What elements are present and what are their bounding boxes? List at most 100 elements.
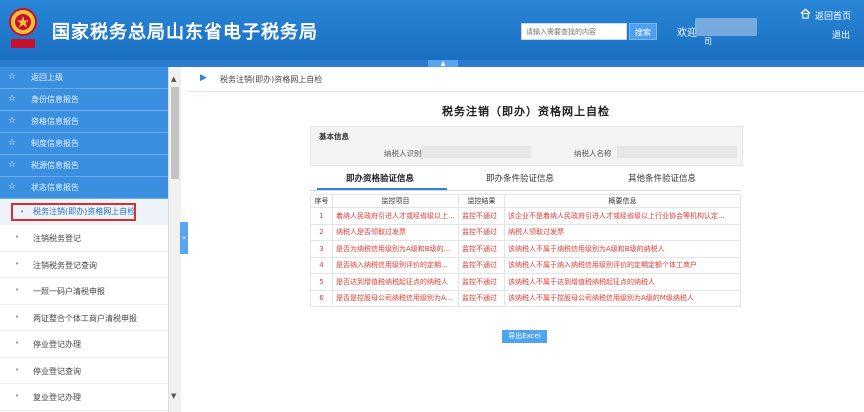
sidebar-item-label: 注销税务登记 (33, 234, 81, 243)
sidebar-group-label: 资格信息报告 (31, 117, 79, 126)
table-cell: 该纳税人不属于达到增值税纳税起征点的纳税人 (504, 273, 741, 291)
main-content: ▶ 税务注销(即办)资格网上自检 税务注销（即办）资格网上自检 基本信息 纳税人… (188, 67, 864, 412)
sidebar-item-individual-clear-tax[interactable]: • 两证整合个体工商户清税申报 (0, 305, 168, 331)
table-row: 4 是否纳入纳税信用级别评价的定期... 监控不通过 该纳税人不属于纳入纳税信用… (310, 256, 741, 274)
top-header: 国家税务总局山东省电子税务局 搜索 欢迎 司 返回首页 退出 (0, 0, 864, 60)
table-cell: 监控不通过 (458, 207, 505, 225)
scroll-down-icon[interactable]: ▼ (171, 392, 176, 400)
table-row: 3 是否为纳税信用级别为A级和B级的... 监控不通过 该纳税人不属于纳税信用级… (310, 240, 741, 258)
taxpayer-id-value-redacted (421, 146, 531, 158)
scroll-up-icon[interactable]: ▲ (171, 75, 176, 83)
verification-tabs: 即办资格验证信息 即办条件验证信息 其他条件验证信息 (310, 168, 741, 191)
star-icon: ☆ (8, 116, 17, 126)
verification-table: 序号 监控项目 监控结果 概要信息 1 着纳人民政府引进人才或经省级以上... … (310, 194, 741, 307)
search-input[interactable] (521, 23, 627, 40)
username-tail: 司 (704, 37, 712, 46)
table-header-cell: 监控结果 (458, 194, 505, 208)
scroll-thumb[interactable] (171, 87, 179, 179)
taxpayer-name-label: 纳税人名称 (574, 149, 612, 158)
page-title: 税务注销（即办）资格网上自检 (442, 105, 610, 118)
sidebar-group-identity[interactable]: ☆ 身份信息报告 (0, 89, 168, 111)
table-cell: 着纳人民政府引进人才或经省级以上... (332, 207, 459, 225)
bullet-icon: • (15, 365, 20, 374)
sidebar-group-tax-source[interactable]: ☆ 税源信息报告 (0, 155, 168, 177)
table-cell: 该企业不是着纳人民政府引进人才或经省级以上行业协会等机构认定... (504, 207, 741, 225)
star-icon: ☆ (8, 182, 17, 192)
table-cell: 该纳税人不属于纳税信用级别为A级和B级的纳税人 (504, 240, 741, 258)
sidebar-group-label: 状态信息报告 (31, 183, 79, 192)
sidebar-group-label: 身份信息报告 (31, 95, 79, 104)
star-icon: ☆ (8, 72, 17, 82)
table-cell: 监控不通过 (458, 256, 505, 274)
sidebar-item-label: 两证整合个体工商户清税申报 (33, 313, 137, 323)
sidebar-item-label: 税务注销(即办)资格网上自检 (33, 207, 136, 216)
home-link[interactable]: 返回首页 (815, 9, 851, 22)
sidebar-group-label: 制度信息报告 (31, 139, 79, 148)
table-cell: 纳税人领取过发票 (504, 223, 741, 241)
table-cell: 2 (310, 223, 333, 241)
breadcrumb-text: 税务注销(即办)资格网上自检 (220, 75, 323, 84)
tab-other-conditions[interactable]: 其他条件验证信息 (628, 172, 696, 184)
bullet-icon: • (15, 392, 20, 400)
table-cell: 5 (310, 273, 333, 291)
sidebar-item-label: 注销税务登记查询 (33, 260, 97, 270)
basic-info-heading: 基本信息 (319, 132, 349, 141)
table-cell: 是否达到增值税纳税起征点的纳税人 (332, 273, 459, 291)
sidebar-item-label: 停业登记查询 (33, 366, 81, 376)
tab-instant-conditions[interactable]: 即办条件验证信息 (486, 172, 554, 184)
sidebar-item-suspend[interactable]: • 停业登记办理 (0, 331, 168, 358)
site-title: 国家税务总局山东省电子税务局 (52, 22, 318, 43)
table-header-cell: 监控项目 (332, 194, 459, 208)
table-cell: 是否纳入纳税信用级别评价的定期... (332, 256, 459, 274)
sidebar-item-label: 停业登记办理 (33, 340, 81, 349)
table-cell: 4 (310, 256, 333, 274)
home-icon[interactable] (800, 8, 811, 19)
basic-info-section: 基本信息 纳税人识别号 纳税人名称 (310, 126, 743, 166)
bullet-icon: • (15, 259, 20, 268)
table-cell: 3 (310, 240, 333, 258)
table-cell: 该纳税人不属于控股母公司纳税信用级别为A级的M级纳税人 (504, 289, 741, 307)
star-icon: ☆ (8, 94, 17, 104)
bullet-icon: • (15, 233, 20, 241)
sidebar-item-label: 复业登记办理 (33, 393, 81, 402)
sidebar-group-status[interactable]: ☆ 状态信息报告 (0, 177, 168, 199)
sidebar-item-self-check-active[interactable]: • 税务注销(即办)资格网上自检 (0, 199, 168, 225)
star-icon: ☆ (8, 138, 17, 148)
bullet-icon: • (15, 339, 20, 347)
bullet-icon: • (20, 208, 25, 216)
active-tab-underline (317, 188, 447, 190)
sidebar-group-label: 税源信息报告 (31, 161, 79, 170)
table-cell: 监控不通过 (458, 273, 505, 291)
tab-instant-qualification[interactable]: 即办资格验证信息 (346, 172, 414, 184)
table-cell: 6 (310, 289, 333, 307)
table-cell: 是否是控股母公司纳税信用级别为A... (332, 289, 459, 307)
export-excel-button[interactable]: 导出Excel (502, 330, 547, 343)
table-row: 6 是否是控股母公司纳税信用级别为A... 监控不通过 该纳税人不属于控股母公司… (310, 289, 741, 307)
sidebar-item-deregister[interactable]: • 注销税务登记 (0, 225, 168, 252)
sidebar-group-back[interactable]: ☆ 返回上级 (0, 67, 168, 89)
table-row: 1 着纳人民政府引进人才或经省级以上... 监控不通过 该企业不是着纳人民政府引… (310, 207, 741, 225)
table-cell: 监控不通过 (458, 240, 505, 258)
star-icon: ☆ (8, 160, 17, 170)
sidebar-item-deregister-query[interactable]: • 注销税务登记查询 (0, 252, 168, 278)
sidebar-item-suspend-query[interactable]: • 停业登记查询 (0, 358, 168, 384)
sidebar-group-system[interactable]: ☆ 制度信息报告 (0, 133, 168, 155)
welcome-text: 欢迎 (677, 28, 697, 39)
table-cell: 纳税人是否领取过发票 (332, 223, 459, 241)
logout-link[interactable]: 退出 (832, 28, 850, 41)
table-cell: 监控不通过 (458, 289, 505, 307)
sidebar-item-clear-tax[interactable]: • 一照一码户清税申报 (0, 278, 168, 305)
breadcrumb: ▶ 税务注销(即办)资格网上自检 (188, 67, 864, 92)
sidebar-group-qualification[interactable]: ☆ 资格信息报告 (0, 111, 168, 133)
table-cell: 是否为纳税信用级别为A级和B级的... (332, 240, 459, 258)
table-cell: 监控不通过 (458, 223, 505, 241)
table-header-row: 序号 监控项目 监控结果 概要信息 (310, 194, 741, 208)
bullet-icon: • (15, 312, 20, 321)
username-redacted (695, 18, 757, 36)
table-cell: 该纳税人不属于纳入纳税信用级别评价的定期定额个体工商户 (504, 256, 741, 274)
search-button[interactable]: 搜索 (629, 23, 657, 40)
sidebar-collapse-toggle[interactable]: « (180, 222, 188, 254)
table-header-cell: 概要信息 (504, 194, 741, 208)
header-collapse-toggle[interactable]: ▲ (428, 60, 458, 67)
sidebar-item-resume[interactable]: • 复业登记办理 (0, 384, 168, 411)
